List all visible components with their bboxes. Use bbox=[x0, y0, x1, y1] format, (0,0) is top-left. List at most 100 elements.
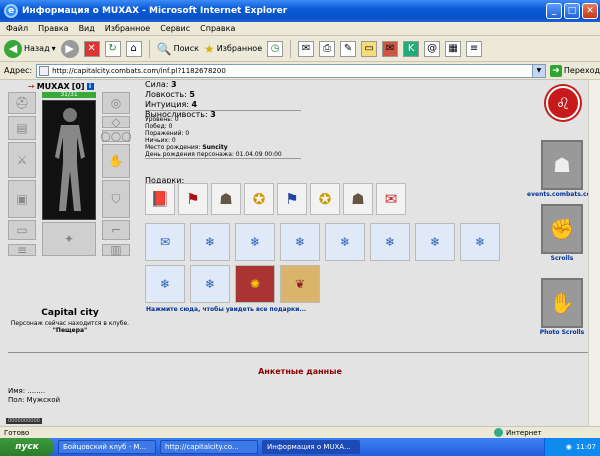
armor-slot[interactable]: ▣ bbox=[8, 180, 36, 218]
at-icon[interactable]: @ bbox=[424, 40, 441, 57]
bracers-slot[interactable]: ▤ bbox=[8, 116, 36, 140]
losses-text: Поражений: 0 bbox=[145, 130, 190, 137]
menu-edit[interactable]: Правка bbox=[38, 24, 68, 33]
extra-icon[interactable]: ≡ bbox=[466, 40, 483, 57]
refresh-icon[interactable]: ↻ bbox=[104, 40, 121, 57]
taskbar-item[interactable]: Бойцовский клуб - M... bbox=[58, 440, 156, 454]
location-info: Capital city Персонаж сейчас находится в… bbox=[10, 308, 130, 334]
gift-card[interactable]: ❄ bbox=[280, 223, 320, 261]
print-icon[interactable]: ⎙ bbox=[319, 40, 336, 57]
start-button[interactable]: пуск bbox=[0, 438, 54, 456]
divider bbox=[145, 110, 301, 111]
forward-button[interactable]: ▶ bbox=[60, 39, 79, 58]
boots-slot[interactable]: ⌐ bbox=[102, 220, 130, 240]
gift-card[interactable]: ✺ bbox=[235, 265, 275, 303]
gift-item[interactable]: ☗ bbox=[343, 183, 373, 215]
home-icon[interactable]: ⌂ bbox=[125, 40, 142, 57]
gift-card[interactable]: ❦ bbox=[280, 265, 320, 303]
page-content: ➙ MUXAX [0] i 31/31 ⛑ ▤ ⚔ ▣ ▭ ◎ ◇ ○○○ ✋ … bbox=[0, 80, 600, 426]
address-url: http://capitalcity.combats.com/inf.pl?11… bbox=[52, 66, 226, 75]
scroll-slot[interactable]: ≡ bbox=[8, 243, 36, 257]
weapon-slot[interactable]: ⚔ bbox=[8, 142, 36, 178]
gift-item[interactable]: ⚑ bbox=[178, 183, 208, 215]
history-icon[interactable]: ◷ bbox=[267, 40, 284, 57]
gift-card[interactable]: ❄ bbox=[460, 223, 500, 261]
menu-tools[interactable]: Сервис bbox=[160, 24, 190, 33]
menu-file[interactable]: Файл bbox=[6, 24, 28, 33]
stat-value: 5 bbox=[189, 90, 195, 99]
favorites-button[interactable]: ★ Избранное bbox=[204, 42, 262, 56]
gift-item[interactable]: ✪ bbox=[244, 183, 274, 215]
info-icon[interactable]: i bbox=[86, 83, 94, 90]
gift-card[interactable]: ❄ bbox=[190, 223, 230, 261]
events-flag-icon: ☗ bbox=[541, 140, 583, 190]
amulet-slot[interactable]: ◇ bbox=[102, 115, 130, 129]
belt-slot[interactable]: ▭ bbox=[8, 220, 36, 240]
k-icon[interactable]: K bbox=[403, 40, 420, 57]
close-button[interactable]: ✕ bbox=[582, 3, 598, 19]
events-banner[interactable]: ☗ events.combats.com bbox=[527, 140, 597, 198]
book-slot[interactable]: ▥ bbox=[102, 243, 130, 257]
gift-item[interactable]: ✉ bbox=[376, 183, 406, 215]
more-gifts-link[interactable]: Нажмите сюда, чтобы увидеть все подарки.… bbox=[146, 306, 306, 313]
tray-icon[interactable]: ◉ bbox=[566, 443, 572, 451]
gift-item[interactable]: ✪ bbox=[310, 183, 340, 215]
gift-card[interactable]: ❄ bbox=[370, 223, 410, 261]
gift-item[interactable]: 📕 bbox=[145, 183, 175, 215]
forward-arrow-icon: ▶ bbox=[60, 39, 79, 58]
search-button[interactable]: 🔍 Поиск bbox=[157, 42, 199, 56]
gift-card[interactable]: ❄ bbox=[145, 265, 185, 303]
folder-icon[interactable]: ▭ bbox=[361, 40, 378, 57]
character-name: ➙ MUXAX [0] i bbox=[28, 82, 94, 91]
arrow-icon: ➙ bbox=[28, 82, 35, 91]
gloves-slot[interactable]: ✋ bbox=[102, 144, 130, 178]
character-equipment: 31/31 ⛑ ▤ ⚔ ▣ ▭ ◎ ◇ ○○○ ✋ ⛉ ⌐ ≡ ✦ ▥ bbox=[8, 92, 132, 304]
details-block: Уровень: 0 Побед: 0 Поражений: 0 Ничьих:… bbox=[145, 116, 282, 158]
lion-logo-icon[interactable]: ♌ bbox=[546, 86, 580, 120]
go-button[interactable]: ➜ Переход bbox=[549, 64, 600, 77]
gift-card[interactable]: ❄ bbox=[235, 223, 275, 261]
menu-bar: Файл Правка Вид Избранное Сервис Справка bbox=[0, 22, 600, 36]
address-input[interactable]: http://capitalcity.combats.com/inf.pl?11… bbox=[36, 63, 546, 78]
messenger-icon[interactable]: ✉ bbox=[382, 40, 399, 57]
gift-card[interactable]: ❄ bbox=[325, 223, 365, 261]
belt-items-slot[interactable]: ✦ bbox=[42, 222, 96, 256]
toolbar-separator bbox=[290, 39, 292, 58]
rings-slot[interactable]: ○○○ bbox=[100, 129, 131, 143]
media-icon[interactable]: ▦ bbox=[445, 40, 462, 57]
mail-icon[interactable]: ✉ bbox=[298, 40, 315, 57]
birthplace-label: Место рождения: bbox=[145, 144, 201, 151]
gift-card[interactable]: ✉ bbox=[145, 223, 185, 261]
star-icon: ★ bbox=[203, 41, 215, 56]
menu-view[interactable]: Вид bbox=[79, 24, 95, 33]
taskbar-item[interactable]: http://capitalcity.co... bbox=[160, 440, 258, 454]
back-dropdown-icon[interactable]: ▾ bbox=[52, 44, 56, 53]
gift-item[interactable]: ⚑ bbox=[277, 183, 307, 215]
location-text: Персонаж сейчас находится в клубе. bbox=[10, 320, 130, 327]
gift-item[interactable]: ☗ bbox=[211, 183, 241, 215]
taskbar-item-active[interactable]: Информация о MUXA... bbox=[262, 440, 360, 454]
edit-icon[interactable]: ✎ bbox=[340, 40, 357, 57]
helmet-slot[interactable]: ⛑ bbox=[8, 92, 36, 114]
vertical-scrollbar[interactable] bbox=[588, 80, 600, 426]
menu-help[interactable]: Справка bbox=[200, 24, 235, 33]
minimize-button[interactable]: _ bbox=[546, 3, 562, 19]
maximize-button[interactable]: □ bbox=[564, 3, 580, 19]
earring-slot[interactable]: ◎ bbox=[102, 92, 130, 114]
address-dropdown-icon[interactable]: ▼ bbox=[531, 64, 545, 77]
stat-value: 3 bbox=[171, 80, 177, 89]
hp-bar: 31/31 bbox=[42, 92, 96, 98]
back-button[interactable]: ◀ Назад ▾ bbox=[4, 39, 56, 58]
gift-card[interactable]: ❄ bbox=[190, 265, 230, 303]
scrolls-banner[interactable]: ✊ Scrolls bbox=[538, 204, 586, 262]
menu-favorites[interactable]: Избранное bbox=[105, 24, 150, 33]
photo-flag-icon: ✋ bbox=[541, 278, 583, 328]
name-value: ........ bbox=[27, 387, 46, 395]
window-title: Информация о MUXAX - Microsoft Internet … bbox=[22, 6, 288, 16]
photo-scrolls-banner[interactable]: ✋ Photo Scrolls bbox=[538, 278, 586, 336]
gift-card[interactable]: ❄ bbox=[415, 223, 455, 261]
stop-icon[interactable]: ✕ bbox=[83, 40, 100, 57]
shield-slot[interactable]: ⛉ bbox=[102, 180, 130, 218]
name-label: Имя: bbox=[8, 387, 26, 395]
hit-counter: 0000000000 bbox=[6, 418, 42, 424]
